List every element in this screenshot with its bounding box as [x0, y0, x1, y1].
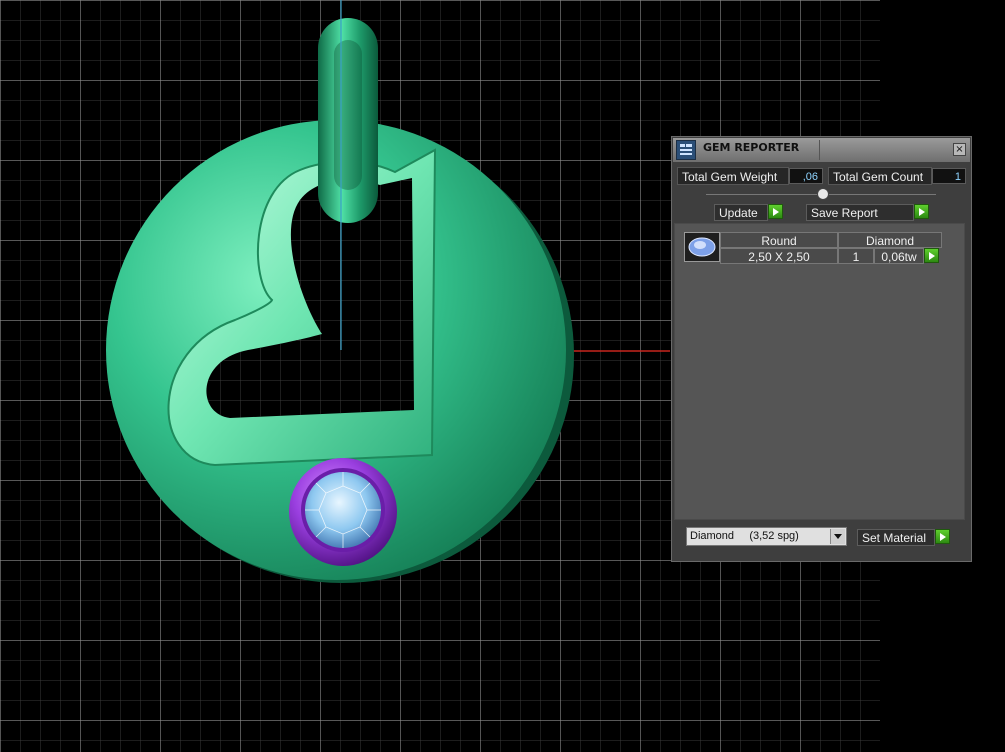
total-gem-count-value: 1 [932, 168, 966, 184]
titlebar-divider [819, 140, 820, 160]
total-gem-weight-label: Total Gem Weight [677, 167, 789, 185]
play-arrow-icon[interactable] [935, 529, 950, 544]
save-report-button-label: Save Report [811, 206, 878, 220]
gem-weight-cell: 0,06tw [874, 248, 924, 264]
update-button-label: Update [719, 206, 758, 220]
panel-titlebar[interactable]: GEM REPORTER × [673, 138, 970, 162]
play-arrow-icon[interactable] [768, 204, 783, 219]
set-material-button-label: Set Material [862, 531, 927, 545]
chevron-down-icon[interactable] [830, 529, 845, 544]
panel-splitter-handle[interactable] [817, 188, 829, 200]
gem-material-cell: Diamond [838, 232, 942, 248]
close-icon[interactable]: × [953, 143, 966, 156]
gem-list[interactable]: Round Diamond 2,50 X 2,50 1 0,06tw [674, 223, 965, 520]
play-arrow-icon[interactable] [924, 248, 939, 263]
material-select-density: (3,52 spg) [749, 530, 799, 542]
gem-shape-cell: Round [720, 232, 838, 248]
total-gem-weight-value: ,06 [789, 168, 823, 184]
bail-inner [334, 40, 362, 190]
total-gem-count-label: Total Gem Count [828, 167, 932, 185]
panel-title: GEM REPORTER [703, 141, 800, 154]
gem-size-cell: 2,50 X 2,50 [720, 248, 838, 264]
save-report-button[interactable]: Save Report [806, 204, 914, 221]
update-button[interactable]: Update [714, 204, 768, 221]
material-select[interactable]: Diamond (3,52 spg) [686, 527, 847, 546]
gem-reporter-panel: GEM REPORTER × Total Gem Weight ,06 Tota… [671, 136, 972, 562]
set-material-button[interactable]: Set Material [857, 529, 935, 546]
gem-count-cell: 1 [838, 248, 874, 264]
gem-reporter-app-icon [676, 140, 696, 160]
round-diamond-icon [684, 232, 720, 262]
play-arrow-icon[interactable] [914, 204, 929, 219]
material-select-name: Diamond [690, 530, 735, 542]
